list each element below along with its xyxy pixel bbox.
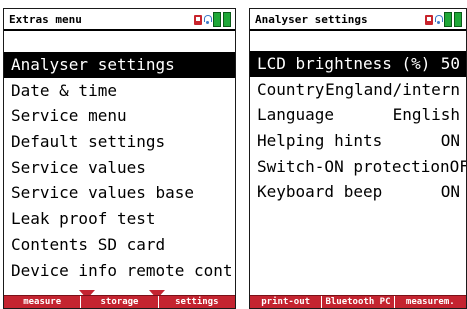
bluetooth-icon [204,14,212,25]
status-icons [194,12,231,27]
sd-card-icon [194,14,202,25]
menu-item-contents-sd-card[interactable]: Contents SD card [4,232,235,258]
menu-item-date-time[interactable]: Date & time [4,78,235,104]
screen-title: Extras menu [9,12,82,26]
menu-item-service-menu[interactable]: Service menu [4,103,235,129]
status-icons [425,12,462,27]
settings-list: LCD brightness (%) 50 Country England/inte… [250,51,466,205]
setting-lcd-brightness[interactable]: LCD brightness (%) 50 [250,51,466,77]
battery-icon [454,12,462,27]
menu-item-analyser-settings[interactable]: Analyser settings [4,52,235,78]
setting-keyboard-beep[interactable]: Keyboard beep ON [250,179,466,205]
battery-icon [444,12,452,27]
setting-language[interactable]: Language English [250,102,466,128]
extras-menu-list: Analyser settings Date & time Service me… [4,52,235,283]
softkey-measure[interactable]: measure [4,296,80,308]
analyser-settings-screen: Analyser settings LCD brightness (%) 50 C… [249,8,467,309]
bluetooth-icon [435,14,443,25]
setting-helping-hints[interactable]: Helping hints ON [250,128,466,154]
softkey-print-out[interactable]: print-out [250,296,321,308]
softkey-measurement[interactable]: measurem. [393,296,466,308]
title-bar: Extras menu [4,9,235,31]
screen-title: Analyser settings [255,12,368,26]
softkey-storage[interactable]: storage [80,296,157,308]
title-bar: Analyser settings [250,9,466,31]
menu-item-device-info-remote-control[interactable]: Device info remote control [4,258,235,284]
softkey-bar: print-out Bluetooth PC measurem. [250,295,466,308]
battery-icon [223,12,231,27]
menu-item-service-values[interactable]: Service values [4,155,235,181]
menu-item-leak-proof-test[interactable]: Leak proof test [4,206,235,232]
softkey-settings[interactable]: settings [157,296,235,308]
setting-country[interactable]: Country England/intern [250,77,466,103]
setting-switch-on-protection[interactable]: Switch-ON protectionOFF [250,154,466,180]
extras-menu-screen: Extras menu Analyser settings Date & tim… [3,8,236,309]
sd-card-icon [425,14,433,25]
menu-item-default-settings[interactable]: Default settings [4,129,235,155]
menu-item-service-values-base[interactable]: Service values base [4,180,235,206]
battery-icon [213,12,221,27]
softkey-bar: measure storage settings [4,295,235,308]
softkey-bluetooth-pc[interactable]: Bluetooth PC [321,296,393,308]
